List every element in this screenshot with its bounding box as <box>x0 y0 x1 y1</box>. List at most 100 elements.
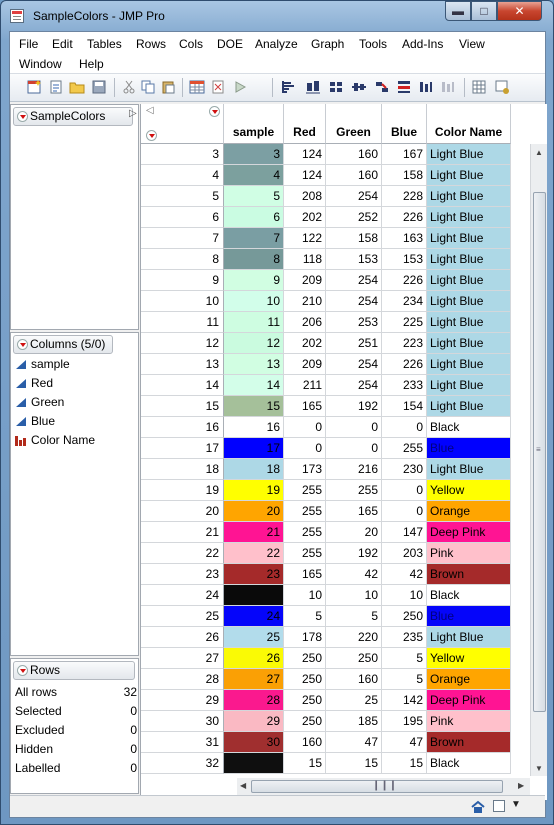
vertical-scroll-thumb[interactable]: ≡ <box>533 192 546 712</box>
cell-green[interactable]: 5 <box>326 606 382 627</box>
menu-file[interactable]: File <box>19 37 38 51</box>
cell-red[interactable]: 202 <box>284 207 326 228</box>
column-item-sample[interactable]: sample <box>15 355 70 374</box>
cell-green[interactable]: 25 <box>326 690 382 711</box>
table-row[interactable]: 25 24 5 5 250 Blue <box>141 606 511 627</box>
paste-icon[interactable] <box>160 79 176 95</box>
rows-red-triangle-icon[interactable] <box>17 665 28 676</box>
row-number[interactable]: 28 <box>141 669 224 690</box>
cell-green[interactable]: 192 <box>326 543 382 564</box>
table-row[interactable]: 22 22 255 192 203 Pink <box>141 543 511 564</box>
menu-view[interactable]: View <box>459 37 485 51</box>
cell-color-name[interactable]: Orange <box>427 501 511 522</box>
table-row[interactable]: 21 21 255 20 147 Deep Pink <box>141 522 511 543</box>
cell-sample[interactable]: 17 <box>224 438 284 459</box>
cell-green[interactable]: 47 <box>326 732 382 753</box>
table-row[interactable]: 4 4 124 160 158 Light Blue <box>141 165 511 186</box>
cell-sample[interactable]: 19 <box>224 480 284 501</box>
minimize-button[interactable]: ▬ <box>445 1 471 21</box>
cell-red[interactable]: 173 <box>284 459 326 480</box>
table-red-triangle-icon[interactable] <box>17 111 28 122</box>
journal-icon[interactable] <box>210 79 226 95</box>
cell-sample[interactable]: 25 <box>224 627 284 648</box>
cell-green[interactable]: 254 <box>326 354 382 375</box>
cell-sample[interactable]: 7 <box>224 228 284 249</box>
cell-color-name[interactable]: Black <box>427 585 511 606</box>
cell-red[interactable]: 10 <box>284 585 326 606</box>
table-row[interactable]: 7 7 122 158 163 Light Blue <box>141 228 511 249</box>
rows-menu-red-triangle-icon[interactable] <box>146 130 157 141</box>
cell-red[interactable]: 255 <box>284 480 326 501</box>
expand-arrow-icon[interactable]: ▷ <box>129 108 137 119</box>
cell-sample[interactable]: 3 <box>224 144 284 165</box>
data-table-toolbar-icon[interactable] <box>189 79 205 95</box>
run-script-icon[interactable] <box>232 79 248 95</box>
row-number[interactable]: 18 <box>141 459 224 480</box>
cell-color-name[interactable]: Yellow <box>427 648 511 669</box>
cell-green[interactable]: 192 <box>326 396 382 417</box>
menu-rows[interactable]: Rows <box>136 37 166 51</box>
cell-blue[interactable]: 250 <box>382 606 427 627</box>
column-item-color-name[interactable]: Color Name <box>15 431 95 450</box>
row-number[interactable]: 16 <box>141 417 224 438</box>
cell-red[interactable]: 165 <box>284 396 326 417</box>
column-item-green[interactable]: Green <box>15 393 64 412</box>
save-icon[interactable] <box>91 79 107 95</box>
rows-stat-hidden[interactable]: Hidden 0 <box>15 740 137 759</box>
cell-color-name[interactable]: Blue <box>427 438 511 459</box>
cell-color-name[interactable]: Light Blue <box>427 354 511 375</box>
cell-color-name[interactable]: Light Blue <box>427 459 511 480</box>
fit-y-by-x-icon[interactable] <box>305 79 321 95</box>
menu-help[interactable]: Help <box>79 57 104 71</box>
cell-color-name[interactable]: Light Blue <box>427 144 511 165</box>
cell-color-name[interactable]: Brown <box>427 564 511 585</box>
cell-red[interactable]: 124 <box>284 165 326 186</box>
graph-builder-icon[interactable] <box>440 79 456 95</box>
cell-green[interactable]: 160 <box>326 144 382 165</box>
cell-blue[interactable]: 255 <box>382 438 427 459</box>
rows-stat-all[interactable]: All rows 32 <box>15 683 137 702</box>
distribution-icon[interactable] <box>280 79 296 95</box>
table-row[interactable]: 14 14 211 254 233 Light Blue <box>141 375 511 396</box>
cell-green[interactable]: 254 <box>326 270 382 291</box>
table-row[interactable]: 15 15 165 192 154 Light Blue <box>141 396 511 417</box>
cell-blue[interactable]: 195 <box>382 711 427 732</box>
cell-green[interactable]: 216 <box>326 459 382 480</box>
cell-red[interactable]: 202 <box>284 333 326 354</box>
row-number[interactable]: 12 <box>141 333 224 354</box>
table-row[interactable]: 30 29 250 185 195 Pink <box>141 711 511 732</box>
maximize-button[interactable]: □ <box>471 1 497 21</box>
row-number[interactable]: 3 <box>141 144 224 165</box>
cell-sample[interactable]: 8 <box>224 249 284 270</box>
row-number[interactable]: 32 <box>141 753 224 774</box>
cell-red[interactable]: 15 <box>284 753 326 774</box>
row-number[interactable]: 29 <box>141 690 224 711</box>
new-script-icon[interactable] <box>48 79 64 95</box>
table-row[interactable]: 24 10 10 10 Black <box>141 585 511 606</box>
cell-red[interactable]: 5 <box>284 606 326 627</box>
cell-sample[interactable]: 11 <box>224 312 284 333</box>
cell-color-name[interactable]: Light Blue <box>427 375 511 396</box>
cell-color-name[interactable]: Light Blue <box>427 165 511 186</box>
dropdown-arrow-icon[interactable]: ▼ <box>511 799 521 810</box>
row-number[interactable]: 5 <box>141 186 224 207</box>
cell-color-name[interactable]: Black <box>427 417 511 438</box>
cell-blue[interactable]: 235 <box>382 627 427 648</box>
scroll-up-arrow-icon[interactable]: ▲ <box>535 148 543 157</box>
cell-blue[interactable]: 5 <box>382 669 427 690</box>
cell-green[interactable]: 10 <box>326 585 382 606</box>
table-row[interactable]: 16 16 0 0 0 Black <box>141 417 511 438</box>
scroll-down-arrow-icon[interactable]: ▼ <box>535 764 543 773</box>
cell-green[interactable]: 42 <box>326 564 382 585</box>
table-row[interactable]: 13 13 209 254 226 Light Blue <box>141 354 511 375</box>
row-number[interactable]: 14 <box>141 375 224 396</box>
cell-blue[interactable]: 15 <box>382 753 427 774</box>
row-number[interactable]: 26 <box>141 627 224 648</box>
cell-sample[interactable]: 26 <box>224 648 284 669</box>
cell-sample[interactable]: 27 <box>224 669 284 690</box>
control-chart-icon[interactable] <box>351 79 367 95</box>
menu-window[interactable]: Window <box>19 57 62 71</box>
cell-blue[interactable]: 233 <box>382 375 427 396</box>
row-number[interactable]: 7 <box>141 228 224 249</box>
cell-green[interactable]: 254 <box>326 291 382 312</box>
